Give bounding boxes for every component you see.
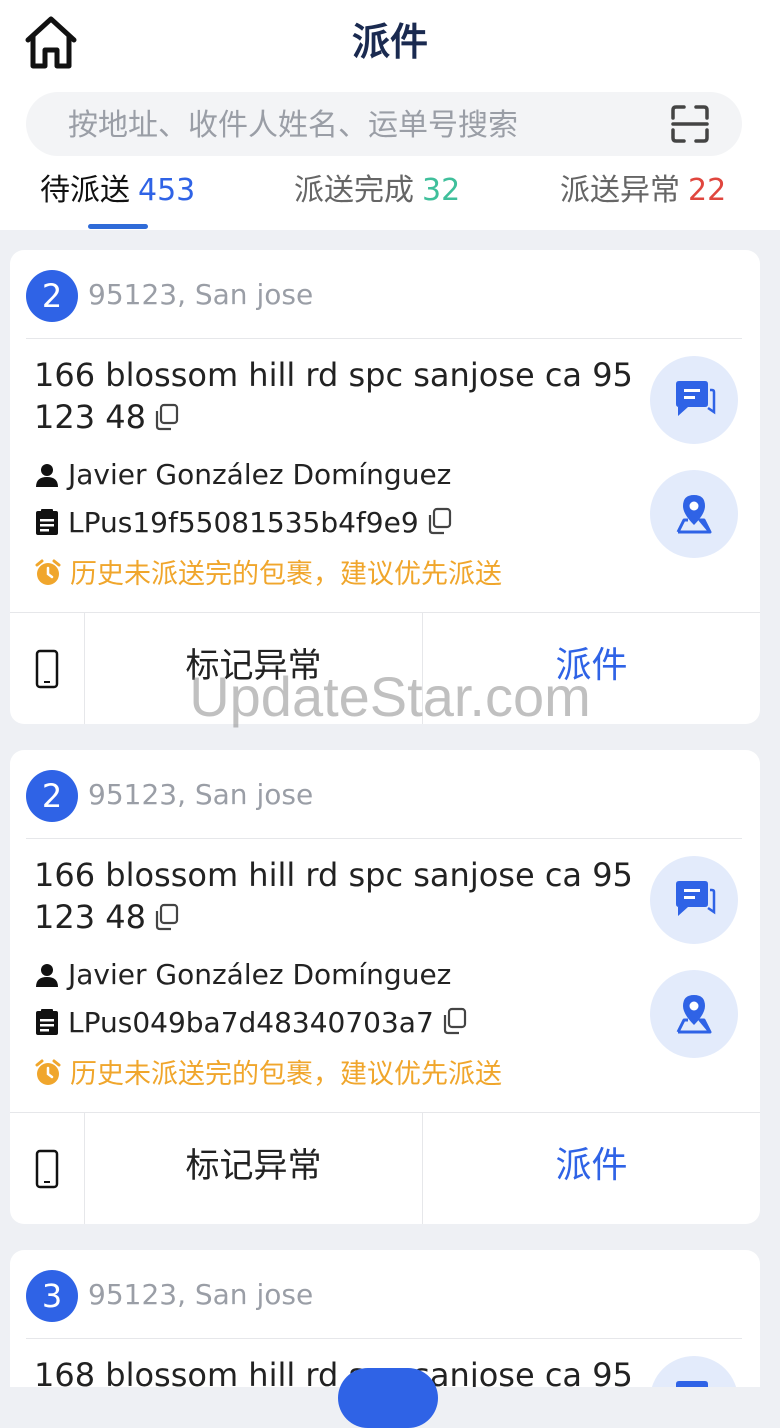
call-button[interactable] bbox=[10, 1113, 85, 1224]
call-button[interactable] bbox=[10, 613, 85, 724]
copy-icon[interactable] bbox=[154, 899, 180, 931]
copy-icon[interactable] bbox=[442, 1007, 468, 1035]
top-bar: 派件 待派送453 派送完成32 派送异常22 bbox=[0, 0, 780, 230]
delivery-address: 168 blossom hill rd spc sanjose ca 95 bbox=[34, 1354, 634, 1387]
message-button[interactable] bbox=[650, 856, 738, 944]
map-pin-icon bbox=[676, 995, 712, 1034]
waybill-icon bbox=[34, 508, 60, 543]
dispatch-button[interactable]: 派件 bbox=[423, 613, 760, 724]
address-text: 166 blossom hill rd spc sanjose ca 95 12… bbox=[34, 856, 633, 936]
phone-icon bbox=[35, 1149, 59, 1189]
zip-city: 95123, San jose bbox=[88, 1278, 314, 1311]
card-actions: 标记异常 派件 bbox=[10, 1112, 760, 1224]
divider bbox=[26, 838, 742, 839]
delivery-card: 3 95123, San jose 168 blossom hill rd sp… bbox=[10, 1250, 760, 1387]
floating-action-button[interactable] bbox=[338, 1368, 438, 1428]
chat-icon bbox=[676, 881, 716, 916]
tab-count: 32 bbox=[422, 173, 461, 208]
active-tab-indicator bbox=[88, 224, 148, 229]
delivery-card: 2 95123, San jose 166 blossom hill rd sp… bbox=[10, 250, 760, 724]
alarm-clock-icon bbox=[34, 1059, 62, 1094]
tab-count: 453 bbox=[138, 173, 196, 208]
person-icon bbox=[34, 462, 60, 495]
recipient-name: Javier González Domínguez bbox=[68, 958, 452, 991]
sequence-badge: 3 bbox=[26, 1270, 78, 1322]
card-header: 2 95123, San jose bbox=[26, 770, 742, 822]
tracking-row: LPus19f55081535b4f9e9 bbox=[34, 506, 453, 543]
dispatch-button[interactable]: 派件 bbox=[423, 1113, 760, 1224]
search-input[interactable] bbox=[66, 92, 650, 158]
tab-label: 待派送 bbox=[40, 173, 130, 208]
alarm-clock-icon bbox=[34, 559, 62, 594]
chat-icon bbox=[676, 1381, 708, 1387]
copy-icon[interactable] bbox=[154, 399, 180, 431]
sequence-badge: 2 bbox=[26, 270, 78, 322]
tab-pending[interactable]: 待派送 453 bbox=[40, 166, 195, 220]
status-tabs: 待派送 453 派送完成 32 派送异常 22 bbox=[0, 166, 780, 220]
card-actions: 标记异常 派件 bbox=[10, 612, 760, 724]
tab-completed[interactable]: 派送完成 32 bbox=[294, 166, 460, 220]
waybill-icon bbox=[34, 1008, 60, 1043]
warning-text: 历史未派送完的包裹，建议优先派送 bbox=[70, 1059, 502, 1090]
copy-icon[interactable] bbox=[427, 507, 453, 535]
tracking-row: LPus049ba7d48340703a7 bbox=[34, 1006, 468, 1043]
priority-warning: 历史未派送完的包裹，建议优先派送 bbox=[34, 1052, 502, 1094]
mark-exception-button[interactable]: 标记异常 bbox=[85, 1113, 423, 1224]
address-text: 166 blossom hill rd spc sanjose ca 95 12… bbox=[34, 356, 633, 436]
tracking-number: LPus049ba7d48340703a7 bbox=[68, 1006, 434, 1039]
page-title: 派件 bbox=[351, 20, 428, 64]
chat-icon bbox=[676, 381, 716, 416]
message-button[interactable] bbox=[650, 1356, 738, 1387]
tab-label: 派送完成 bbox=[294, 173, 414, 208]
tracking-number: LPus19f55081535b4f9e9 bbox=[68, 506, 419, 539]
delivery-address: 166 blossom hill rd spc sanjose ca 95 12… bbox=[34, 854, 634, 938]
phone-icon bbox=[35, 649, 59, 689]
person-icon bbox=[34, 962, 60, 995]
recipient-row: Javier González Domínguez bbox=[34, 458, 451, 495]
zip-city: 95123, San jose bbox=[88, 278, 314, 311]
tab-exception[interactable]: 派送异常 22 bbox=[560, 166, 726, 220]
tab-label: 派送异常 bbox=[560, 173, 680, 208]
divider bbox=[26, 338, 742, 339]
sequence-badge: 2 bbox=[26, 770, 78, 822]
tab-count: 22 bbox=[688, 173, 727, 208]
message-button[interactable] bbox=[650, 356, 738, 444]
divider bbox=[26, 1338, 742, 1339]
delivery-card: 2 95123, San jose 166 blossom hill rd sp… bbox=[10, 750, 760, 1224]
map-pin-icon bbox=[676, 495, 712, 534]
address-text: 168 blossom hill rd spc sanjose ca 95 bbox=[34, 1356, 633, 1387]
scan-icon[interactable] bbox=[670, 104, 710, 144]
priority-warning: 历史未派送完的包裹，建议优先派送 bbox=[34, 552, 502, 594]
warning-text: 历史未派送完的包裹，建议优先派送 bbox=[70, 559, 502, 590]
zip-city: 95123, San jose bbox=[88, 778, 314, 811]
card-header: 2 95123, San jose bbox=[26, 270, 742, 322]
recipient-name: Javier González Domínguez bbox=[68, 458, 452, 491]
delivery-address: 166 blossom hill rd spc sanjose ca 95 12… bbox=[34, 354, 634, 438]
recipient-row: Javier González Domínguez bbox=[34, 958, 451, 995]
card-header: 3 95123, San jose bbox=[26, 1270, 742, 1322]
map-location-button[interactable] bbox=[650, 970, 738, 1058]
mark-exception-button[interactable]: 标记异常 bbox=[85, 613, 423, 724]
search-bar[interactable] bbox=[26, 92, 742, 158]
map-location-button[interactable] bbox=[650, 470, 738, 558]
